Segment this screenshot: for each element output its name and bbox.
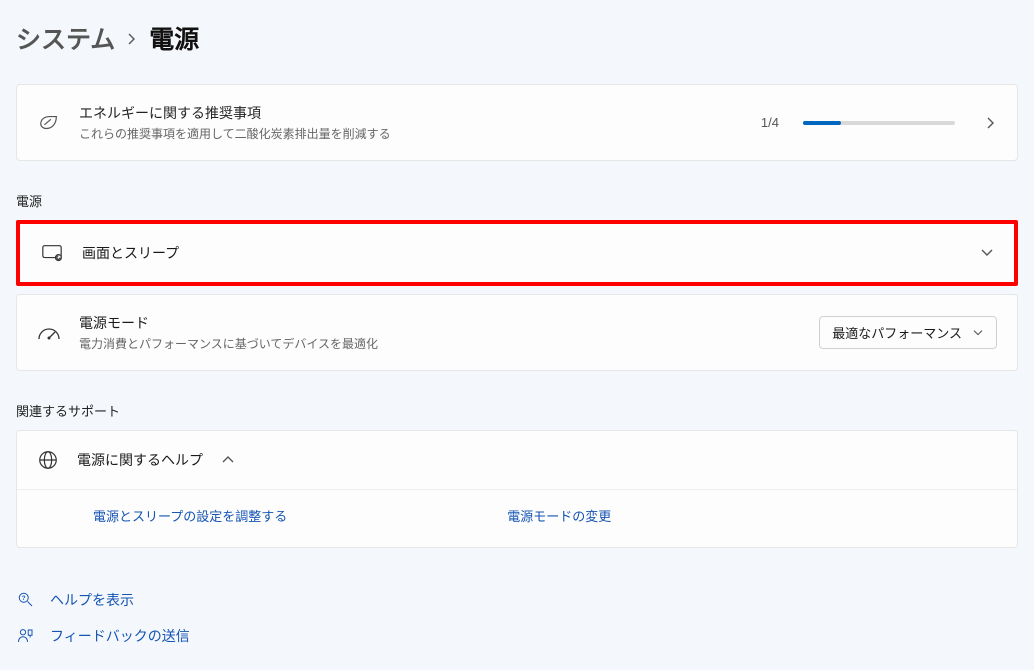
show-help-label: ヘルプを表示 [50, 590, 134, 610]
leaf-icon [37, 112, 61, 134]
chevron-down-icon [980, 248, 994, 258]
screen-and-sleep-row[interactable]: 画面とスリープ [20, 224, 1014, 282]
section-label-support: 関連するサポート [16, 401, 1018, 420]
chevron-up-icon [221, 455, 235, 465]
power-mode-subtitle: 電力消費とパフォーマンスに基づいてデバイスを最適化 [79, 335, 801, 352]
monitor-icon [40, 242, 64, 264]
chevron-right-icon [127, 32, 137, 46]
show-help-link[interactable]: ? ヘルプを表示 [16, 582, 1018, 618]
breadcrumb-parent[interactable]: システム [16, 20, 115, 56]
breadcrumb-current: 電源 [149, 20, 199, 56]
link-change-power-mode[interactable]: 電源モードの変更 [507, 506, 611, 525]
svg-text:?: ? [22, 596, 26, 602]
power-help-title: 電源に関するヘルプ [77, 450, 203, 470]
power-help-header[interactable]: 電源に関するヘルプ [17, 431, 1017, 489]
chevron-down-icon [972, 329, 984, 337]
globe-icon [37, 449, 59, 471]
power-mode-dropdown[interactable]: 最適なパフォーマンス [819, 316, 997, 349]
energy-subtitle: これらの推奨事項を適用して二酸化炭素排出量を削減する [79, 125, 743, 142]
link-adjust-sleep-settings[interactable]: 電源とスリープの設定を調整する [93, 506, 287, 525]
energy-progress-fill [803, 121, 841, 125]
energy-title: エネルギーに関する推奨事項 [79, 103, 743, 123]
gauge-icon [37, 323, 61, 343]
energy-counter: 1/4 [761, 115, 779, 130]
chevron-right-icon [985, 116, 997, 130]
power-mode-selected: 最適なパフォーマンス [832, 323, 962, 342]
energy-recommendations-card[interactable]: エネルギーに関する推奨事項 これらの推奨事項を適用して二酸化炭素排出量を削減する… [16, 84, 1018, 161]
annotation-highlight: 画面とスリープ [16, 220, 1018, 286]
screen-sleep-title: 画面とスリープ [82, 243, 962, 263]
breadcrumb: システム 電源 [16, 20, 1018, 56]
feedback-icon [16, 627, 36, 645]
section-label-power: 電源 [16, 191, 1018, 210]
power-mode-title: 電源モード [79, 313, 801, 333]
send-feedback-label: フィードバックの送信 [50, 626, 190, 646]
help-icon: ? [16, 591, 36, 609]
energy-progress [803, 121, 955, 125]
power-help-card: 電源に関するヘルプ 電源とスリープの設定を調整する 電源モードの変更 [16, 430, 1018, 548]
power-mode-row: 電源モード 電力消費とパフォーマンスに基づいてデバイスを最適化 最適なパフォーマ… [16, 294, 1018, 371]
